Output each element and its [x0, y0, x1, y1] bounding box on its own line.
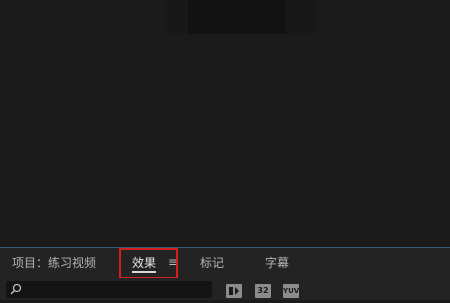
yuv-effects-label: YUV: [283, 287, 300, 295]
tab-project[interactable]: 项目：练习视频: [12, 248, 96, 278]
accelerated-effects-icon: [229, 287, 239, 295]
video-frame-top: [188, 0, 286, 34]
tab-effects-label: 效果: [132, 256, 157, 270]
effects-search-row: [0, 278, 450, 300]
tab-captions-label: 字幕: [265, 256, 290, 270]
yuv-effects-button[interactable]: YUV: [283, 284, 299, 298]
32-bit-color-label: 32: [257, 286, 269, 295]
hamburger-icon[interactable]: ≡: [167, 254, 179, 270]
search-icon: [10, 283, 22, 295]
32-bit-color-button[interactable]: 32: [255, 284, 271, 298]
search-input[interactable]: [26, 281, 208, 298]
panel-tab-bar: 项目：练习视频 效果 ≡ 标记 字幕: [0, 248, 450, 278]
accelerated-effects-button[interactable]: [226, 284, 242, 298]
search-field[interactable]: [6, 281, 212, 298]
tab-markers[interactable]: 标记: [200, 248, 224, 278]
tab-project-label: 项目：练习视频: [12, 256, 97, 270]
tab-effects[interactable]: 效果: [132, 248, 157, 278]
active-tab-underline: [132, 271, 157, 273]
tab-markers-label: 标记: [200, 256, 225, 270]
program-monitor-viewer: [0, 0, 450, 247]
tab-captions[interactable]: 字幕: [265, 248, 289, 278]
